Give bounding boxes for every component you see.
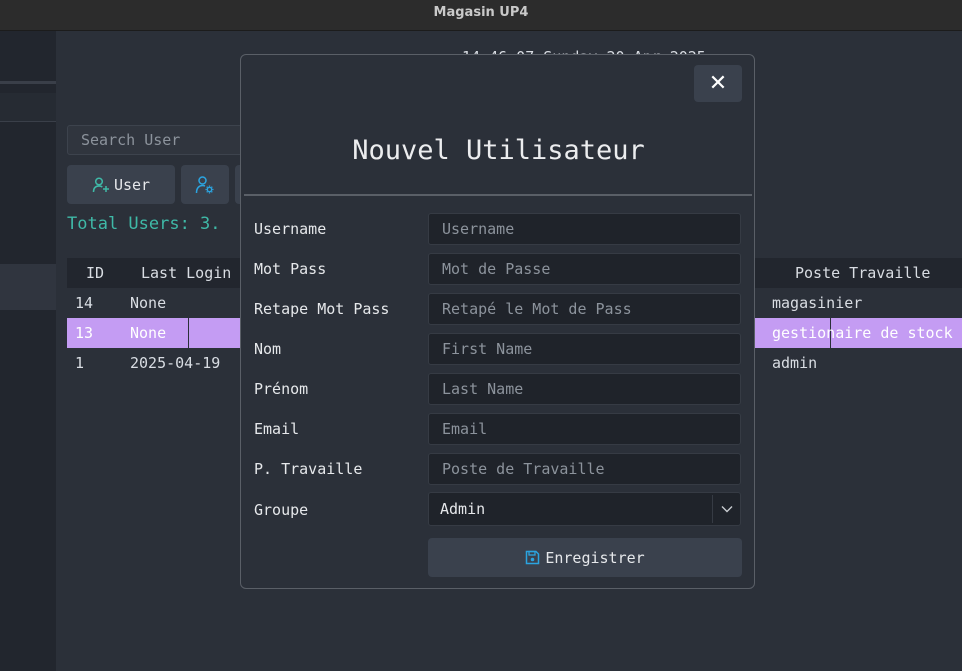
column-header-poste[interactable]: Poste Travaille bbox=[795, 258, 930, 288]
cell-poste: gestionaire de stock bbox=[772, 324, 953, 342]
prenom-label: Prénom bbox=[254, 380, 309, 398]
cell-id: 14 bbox=[75, 294, 94, 312]
password-confirm-field[interactable] bbox=[428, 293, 741, 325]
window-titlebar: Magasin UP4 bbox=[0, 0, 962, 31]
cell-id: 1 bbox=[75, 354, 85, 372]
user-settings-button[interactable] bbox=[181, 165, 229, 204]
cell-last-login: 2025-04-19 bbox=[130, 354, 221, 372]
poste-label: P. Travaille bbox=[254, 460, 363, 478]
password-field[interactable] bbox=[428, 253, 741, 285]
groupe-select[interactable]: Admin bbox=[428, 492, 741, 526]
groupe-selected-value: Admin bbox=[440, 500, 486, 518]
password-confirm-label: Retape Mot Pass bbox=[254, 300, 390, 318]
cell-id: 13 bbox=[75, 324, 94, 342]
cell-divider bbox=[188, 318, 189, 348]
sidebar bbox=[0, 31, 56, 671]
sidebar-divider bbox=[0, 81, 56, 84]
add-user-label: User bbox=[113, 175, 151, 194]
username-label: Username bbox=[254, 220, 327, 238]
dialog-divider bbox=[244, 194, 752, 196]
save-icon bbox=[526, 550, 540, 565]
cell-last-login: None bbox=[130, 294, 167, 312]
total-users-label: Total Users: 3. bbox=[67, 214, 221, 234]
sidebar-item[interactable] bbox=[0, 93, 56, 122]
search-input[interactable] bbox=[67, 125, 257, 155]
new-user-dialog: ✕ Nouvel Utilisateur Username Mot Pass R… bbox=[240, 54, 755, 589]
cell-poste: magasinier bbox=[772, 294, 863, 312]
save-label: Enregistrer bbox=[545, 548, 645, 567]
save-button[interactable]: Enregistrer bbox=[428, 538, 742, 577]
username-field[interactable] bbox=[428, 213, 741, 245]
column-header-last-login[interactable]: Last Login bbox=[141, 258, 231, 288]
column-header-id[interactable]: ID bbox=[86, 258, 104, 288]
user-plus-icon bbox=[92, 176, 109, 192]
window-title: Magasin UP4 bbox=[433, 5, 529, 20]
cell-last-login: None bbox=[130, 324, 167, 342]
cell-poste: admin bbox=[772, 354, 818, 372]
close-icon: ✕ bbox=[708, 71, 728, 96]
password-label: Mot Pass bbox=[254, 260, 327, 278]
user-gear-icon bbox=[195, 175, 214, 193]
chevron-down-icon bbox=[721, 506, 733, 513]
add-user-button[interactable]: User bbox=[67, 165, 175, 204]
close-button[interactable]: ✕ bbox=[694, 65, 742, 102]
prenom-field[interactable] bbox=[428, 373, 741, 405]
sidebar-table-edge bbox=[0, 264, 56, 310]
email-label: Email bbox=[254, 420, 300, 438]
dialog-title: Nouvel Utilisateur bbox=[352, 135, 645, 166]
nom-field[interactable] bbox=[428, 333, 741, 365]
nom-label: Nom bbox=[254, 340, 282, 358]
poste-field[interactable] bbox=[428, 453, 741, 485]
select-dropdown-button[interactable] bbox=[713, 493, 741, 525]
groupe-label: Groupe bbox=[254, 501, 309, 519]
email-field[interactable] bbox=[428, 413, 741, 445]
